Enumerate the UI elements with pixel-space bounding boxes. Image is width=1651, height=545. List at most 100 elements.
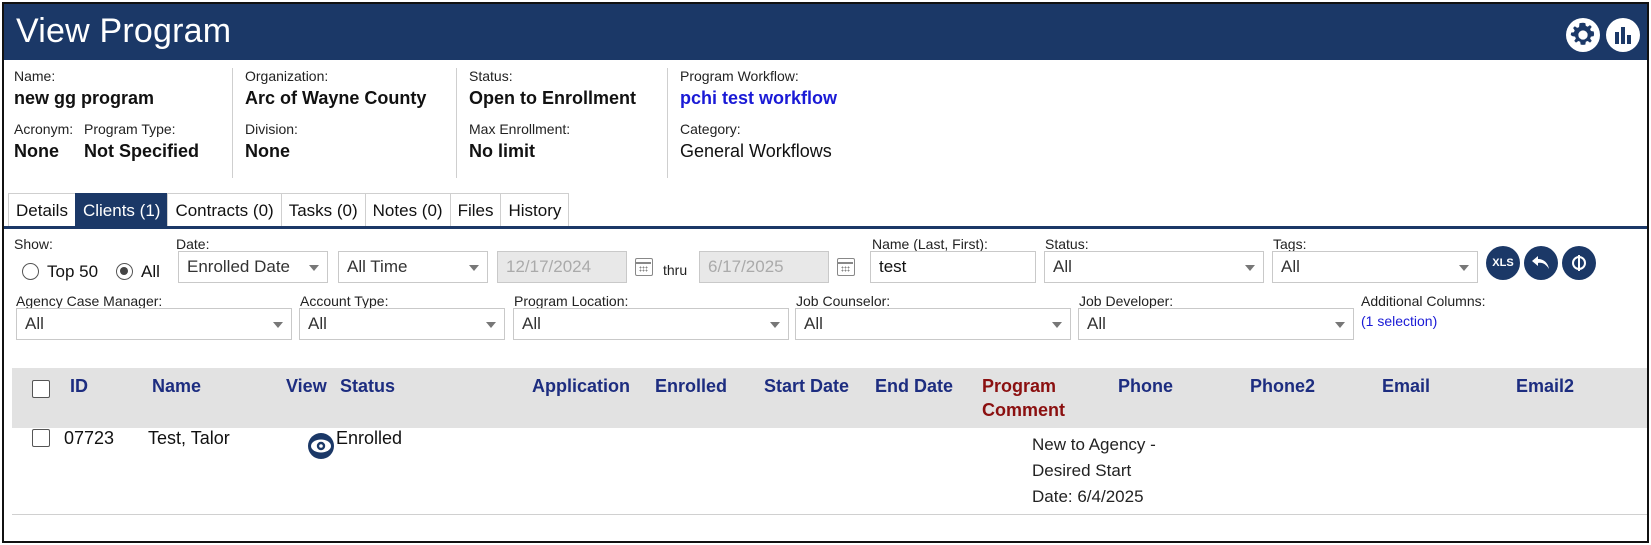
col-enrolled[interactable]: Enrolled (655, 376, 727, 397)
account-type-value: All (308, 314, 327, 333)
status-select-value: All (1053, 257, 1072, 276)
view-program-window: View Program Name: new gg program Acrony… (2, 2, 1649, 543)
date-range-select[interactable]: All Time (338, 251, 488, 283)
col-id[interactable]: ID (70, 376, 88, 397)
job-counselor-label: Job Counselor: (796, 293, 891, 309)
chevron-down-icon (273, 322, 283, 328)
chevron-down-icon (1052, 322, 1062, 328)
undo-icon (1532, 256, 1549, 269)
job-counselor-select[interactable]: All (795, 308, 1071, 340)
tags-label: Tags: (1273, 236, 1307, 252)
program-location-value: All (522, 314, 541, 333)
job-developer-value: All (1087, 314, 1106, 333)
grid-header: ID Name View Status Application Enrolled… (12, 368, 1647, 428)
agency-case-manager-label: Agency Case Manager: (16, 293, 163, 309)
name-filter-label: Name (Last, First): (872, 236, 988, 252)
reset-button[interactable] (1524, 246, 1558, 280)
col-email2[interactable]: Email2 (1516, 376, 1574, 397)
top50-radio[interactable] (22, 263, 39, 280)
chart-icon[interactable] (1606, 18, 1640, 52)
all-radio[interactable] (116, 263, 133, 280)
col-status[interactable]: Status (340, 376, 395, 397)
settings-button[interactable] (1562, 246, 1596, 280)
agency-case-manager-select[interactable]: All (16, 308, 292, 340)
tab-tasks[interactable]: Tasks (0) (280, 193, 366, 227)
top50-label: Top 50 (47, 262, 99, 281)
additional-columns-link[interactable]: (1 selection) (1361, 313, 1437, 329)
organization-value: Arc of Wayne County (245, 88, 427, 108)
tab-clients[interactable]: Clients (1) (74, 193, 169, 227)
calendar-icon[interactable] (635, 258, 653, 276)
info-status-column: Status: Open to Enrollment Max Enrollmen… (456, 68, 666, 178)
gear-icon[interactable] (1566, 18, 1600, 52)
info-workflow-column: Program Workflow: pchi test workflow Cat… (667, 68, 927, 178)
thru-label: thru (663, 262, 688, 278)
show-label: Show: (14, 236, 53, 252)
status-label: Status: (469, 68, 513, 84)
job-developer-label: Job Developer: (1079, 293, 1174, 309)
col-phone2[interactable]: Phone2 (1250, 376, 1315, 397)
col-email[interactable]: Email (1382, 376, 1430, 397)
job-counselor-value: All (804, 314, 823, 333)
col-end-date[interactable]: End Date (875, 376, 953, 397)
name-search-value: test (879, 257, 907, 276)
date-type-select[interactable]: Enrolled Date (178, 251, 328, 283)
program-type-value: Not Specified (84, 141, 200, 161)
date-range-value: All Time (347, 257, 408, 276)
calendar-icon[interactable] (837, 258, 855, 276)
row-status: Enrolled (336, 428, 403, 448)
tab-files[interactable]: Files (449, 193, 502, 227)
col-application[interactable]: Application (532, 376, 630, 397)
program-location-label: Program Location: (514, 293, 629, 309)
organization-label: Organization: (245, 68, 329, 84)
category-value: General Workflows (680, 141, 832, 161)
program-info-panel: Name: new gg program Acronym: None Progr… (4, 60, 1647, 186)
program-location-select[interactable]: All (513, 308, 789, 340)
col-name[interactable]: Name (152, 376, 201, 397)
max-enrollment-label: Max Enrollment: (469, 121, 571, 137)
job-developer-select[interactable]: All (1078, 308, 1354, 340)
name-label: Name: (14, 68, 56, 84)
row-checkbox[interactable] (32, 429, 50, 447)
name-search-input[interactable]: test (870, 251, 1036, 283)
tags-select[interactable]: All (1272, 251, 1478, 283)
date-from-value: 12/17/2024 (506, 257, 592, 276)
tab-history[interactable]: History (500, 193, 570, 227)
row-program-comment: New to Agency - Desired Start Date: 6/4/… (1032, 435, 1156, 506)
chevron-down-icon (1459, 265, 1469, 271)
account-type-select[interactable]: All (299, 308, 505, 340)
col-phone[interactable]: Phone (1118, 376, 1173, 397)
date-to-input[interactable]: 6/17/2025 (699, 251, 829, 283)
workflow-link[interactable]: pchi test workflow (680, 88, 837, 109)
division-value: None (245, 141, 290, 161)
date-type-value: Enrolled Date (187, 257, 291, 276)
view-eye-icon[interactable] (306, 431, 336, 461)
row-name: Test, Talor (148, 428, 230, 448)
chevron-down-icon (309, 265, 319, 271)
tab-details[interactable]: Details (8, 193, 76, 227)
col-start-date[interactable]: Start Date (764, 376, 849, 397)
workflow-label: Program Workflow: (680, 68, 799, 84)
date-label: Date: (176, 236, 210, 252)
tab-contracts[interactable]: Contracts (0) (167, 193, 282, 227)
export-xls-button[interactable]: XLS (1486, 246, 1520, 280)
all-label: All (141, 262, 160, 281)
col-program-comment[interactable]: Program Comment (982, 374, 1082, 422)
date-to-value: 6/17/2025 (708, 257, 784, 276)
account-type-label: Account Type: (300, 293, 389, 309)
program-type-label: Program Type: (84, 121, 176, 137)
row-id: 07723 (64, 428, 115, 448)
tab-notes[interactable]: Notes (0) (364, 193, 451, 227)
status-value: Open to Enrollment (469, 88, 637, 108)
category-label: Category: (680, 121, 741, 137)
chevron-down-icon (469, 265, 479, 271)
acronym-label: Acronym: (14, 121, 74, 137)
chevron-down-icon (1335, 322, 1345, 328)
title-bar: View Program (4, 4, 1647, 60)
select-all-checkbox[interactable] (32, 380, 50, 398)
columns-icon (1572, 255, 1586, 271)
chevron-down-icon (1245, 265, 1255, 271)
status-select[interactable]: All (1044, 251, 1264, 283)
row-divider (12, 514, 1647, 515)
date-from-input[interactable]: 12/17/2024 (497, 251, 627, 283)
